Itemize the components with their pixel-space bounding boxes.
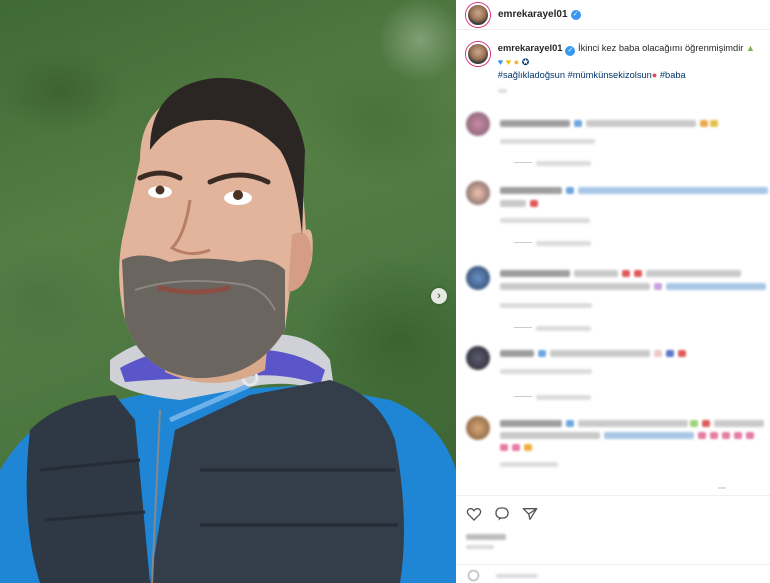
author-avatar[interactable] <box>466 2 490 27</box>
divider <box>514 242 532 243</box>
comment-text <box>550 350 650 357</box>
emoji-icon <box>530 200 538 207</box>
emoji-icon <box>524 444 532 451</box>
likes-count[interactable] <box>466 534 506 540</box>
comment-text <box>500 283 650 290</box>
post-photo[interactable]: › <box>0 0 456 583</box>
post-header: emrekarayel01 ✓ <box>456 0 770 30</box>
emoji-icon <box>500 444 508 451</box>
emoji-icon <box>512 444 520 451</box>
chevron-right-icon: › <box>437 290 441 302</box>
comment-icon[interactable] <box>494 506 510 522</box>
evil-eye-icon: ✪ <box>521 57 530 67</box>
emoji-icon <box>690 420 698 427</box>
comment-text <box>500 200 526 207</box>
emoji-icon <box>654 283 662 290</box>
emoji-icon <box>538 350 546 357</box>
comment-text <box>604 432 694 439</box>
verified-badge-icon: ✓ <box>565 46 576 56</box>
hashtag-link[interactable]: #baba <box>660 70 686 80</box>
emoji-icon <box>734 432 742 439</box>
view-replies-link[interactable] <box>536 161 591 166</box>
emoji-icon <box>666 350 674 357</box>
emoji-icon <box>746 432 754 439</box>
view-replies-link[interactable] <box>536 395 591 400</box>
comment-meta <box>500 303 592 308</box>
caption-text: İkinci kez baba olacağımı öğrenmişimdir <box>578 43 744 53</box>
carousel-next-button[interactable]: › <box>431 288 447 304</box>
comment-username[interactable] <box>500 120 570 127</box>
comment-text <box>586 120 696 127</box>
caption-time <box>497 84 760 97</box>
comment-text <box>578 187 768 194</box>
emoji-icon <box>654 350 662 357</box>
person-emoji-icon: ▲ <box>745 43 755 53</box>
verified-badge-icon: ✓ <box>570 9 581 20</box>
emoji-icon <box>574 120 582 127</box>
comment-username[interactable] <box>500 350 534 357</box>
emoji-icon <box>702 420 710 427</box>
emoji-icon <box>634 270 642 277</box>
commenter-avatar[interactable] <box>466 181 490 205</box>
hashtag-link[interactable]: #mümkünsekizolsun <box>568 70 652 80</box>
commenter-avatar[interactable] <box>466 266 490 290</box>
comment-username[interactable] <box>500 187 562 194</box>
post-details-panel: emrekarayel01 ✓ emrekarayel01 ✓ İkinci ke… <box>456 0 770 583</box>
commenter-avatar[interactable] <box>466 346 490 370</box>
hashtag-link[interactable]: #sağlıkladoğsun <box>498 70 565 80</box>
emoji-icon <box>710 120 718 127</box>
view-replies-link[interactable] <box>536 241 591 246</box>
comment-text <box>666 283 766 290</box>
muscle-emoji-icon: ● <box>513 57 520 67</box>
emoji-icon <box>698 432 706 439</box>
post-actions <box>456 495 770 583</box>
comment-text <box>574 270 618 277</box>
emoji-icon <box>700 120 708 127</box>
comment-meta <box>500 369 592 374</box>
comment-meta <box>500 462 558 467</box>
smile-icon[interactable] <box>468 570 479 581</box>
comment-text <box>578 420 688 427</box>
divider <box>514 327 532 328</box>
comment-input[interactable] <box>496 574 538 578</box>
emoji-icon <box>678 350 686 357</box>
comment-meta <box>500 139 595 144</box>
post-caption: emrekarayel01 ✓ İkinci kez baba olacağımı… <box>456 30 770 97</box>
view-replies-link[interactable] <box>536 326 591 331</box>
comment-username[interactable] <box>500 420 562 427</box>
caption-username[interactable]: emrekarayel01 <box>498 43 563 53</box>
yellow-heart-icon: ♥ <box>505 57 512 67</box>
add-comment-bar[interactable] <box>456 564 770 583</box>
emoji-icon <box>722 432 730 439</box>
comment-meta <box>500 218 590 223</box>
share-icon[interactable] <box>522 506 538 522</box>
comment-text <box>646 270 741 277</box>
emoji-icon <box>566 187 574 194</box>
comment-text <box>714 420 764 427</box>
man-portrait-illustration <box>0 77 456 583</box>
emoji-icon <box>710 432 718 439</box>
emoji-icon <box>622 270 630 277</box>
scroll-indicator <box>718 487 726 489</box>
emoji-icon <box>566 420 574 427</box>
author-username[interactable]: emrekarayel01 <box>498 9 568 20</box>
blue-heart-icon: ♥ <box>497 57 504 67</box>
heart-eyes-emoji-icon: ● <box>651 70 658 80</box>
comment-text <box>500 432 600 439</box>
heart-icon[interactable] <box>466 506 482 522</box>
divider <box>514 396 532 397</box>
divider <box>514 162 532 163</box>
commenter-avatar[interactable] <box>466 112 490 136</box>
caption-avatar[interactable] <box>466 42 490 66</box>
comment-username[interactable] <box>500 270 570 277</box>
commenter-avatar[interactable] <box>466 416 490 440</box>
post-date <box>466 545 494 549</box>
